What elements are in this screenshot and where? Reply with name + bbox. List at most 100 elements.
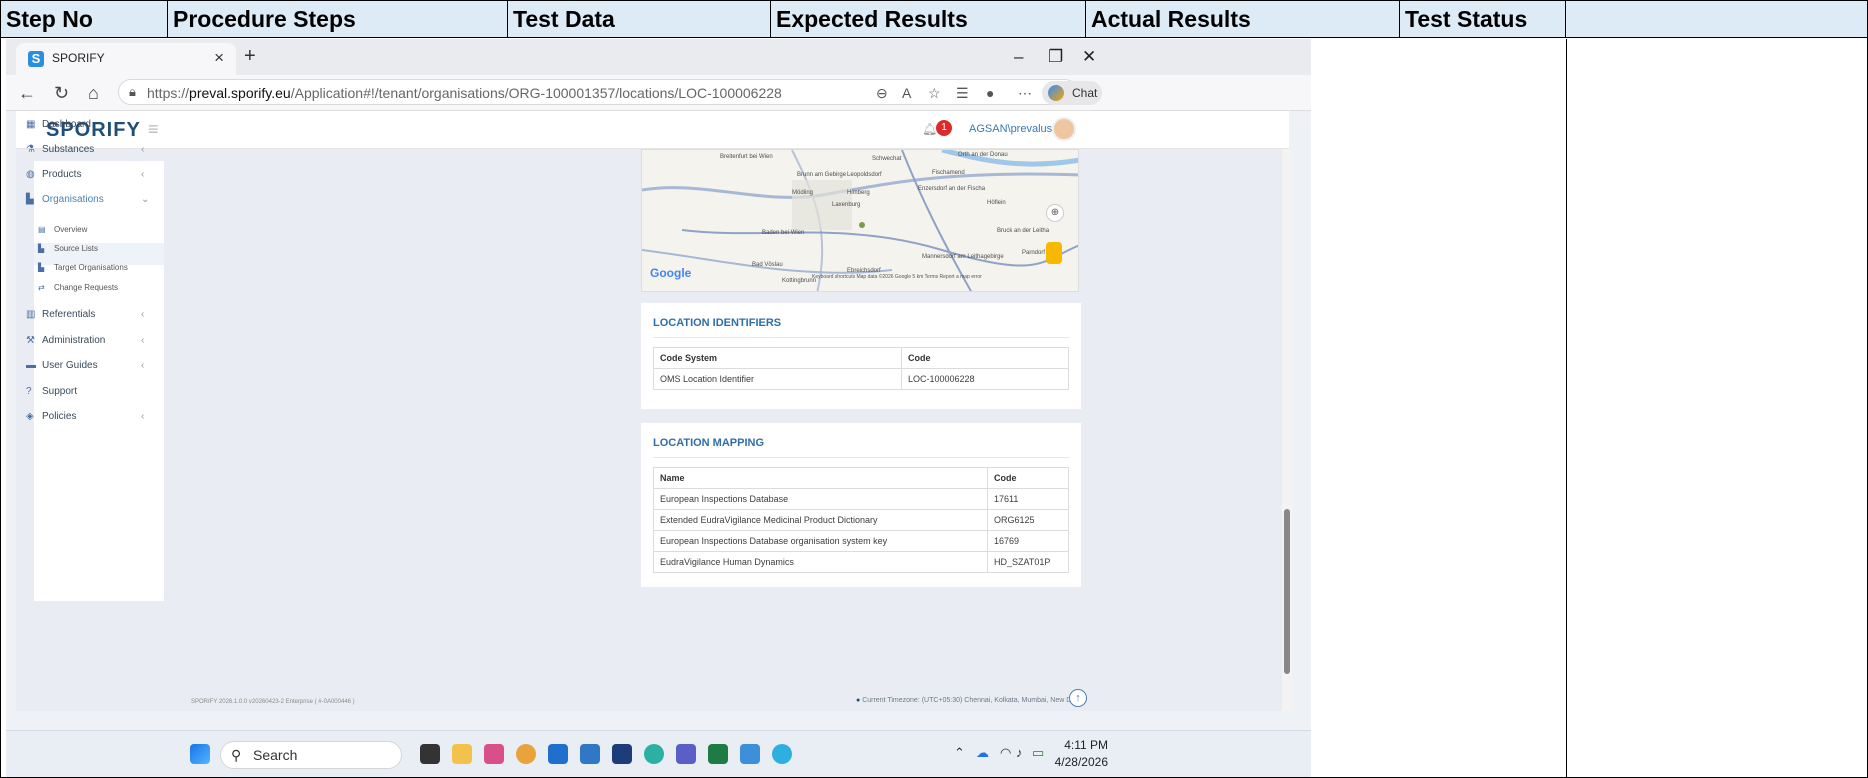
sidebar-item-support[interactable]: ? Support bbox=[26, 386, 77, 397]
sidebar-item-target-organisations[interactable]: ▙ Target Organisations bbox=[38, 263, 128, 272]
info-icon: ● bbox=[856, 697, 861, 704]
sidebar-item-referentials[interactable]: ▥ Referentials ‹ bbox=[26, 309, 144, 320]
outlook-icon[interactable] bbox=[548, 744, 568, 764]
zoom-icon[interactable]: ⊖ bbox=[876, 85, 888, 102]
sidebar-item-policies[interactable]: ◈ Policies ‹ bbox=[26, 411, 144, 422]
sidebar-item-label: Organisations bbox=[42, 194, 104, 205]
location-map[interactable]: Breitenfurt bei Wien Schwechat Orth an d… bbox=[641, 149, 1079, 292]
chevron-left-icon[interactable]: ‹ bbox=[141, 411, 144, 422]
back-icon[interactable]: ← bbox=[18, 83, 36, 104]
avatar[interactable] bbox=[1052, 117, 1076, 141]
chevron-left-icon[interactable]: ‹ bbox=[141, 144, 144, 155]
more-icon[interactable]: ⋯ bbox=[1018, 85, 1032, 102]
minimize-icon[interactable]: – bbox=[1014, 47, 1023, 67]
street-view-pegman-icon[interactable] bbox=[1046, 242, 1062, 264]
header-actual-results: Actual Results bbox=[1086, 1, 1400, 38]
close-window-icon[interactable]: ✕ bbox=[1082, 47, 1096, 67]
google-logo: Google bbox=[650, 266, 692, 280]
header-step-no: Step No bbox=[1, 1, 168, 38]
refresh-icon[interactable]: ↻ bbox=[54, 83, 69, 104]
dashboard-icon: ▦ bbox=[26, 119, 36, 130]
onedrive-icon[interactable]: ☁ bbox=[976, 745, 989, 761]
menu-toggle-icon[interactable]: ≡ bbox=[148, 119, 159, 140]
exchange-icon: ⇄ bbox=[38, 283, 45, 292]
building-icon: ▙ bbox=[38, 244, 45, 253]
location-identifiers-title: LOCATION IDENTIFIERS bbox=[653, 317, 782, 329]
sidebar-item-change-requests[interactable]: ⇄ Change Requests bbox=[38, 283, 118, 292]
notepad-icon[interactable] bbox=[740, 744, 760, 764]
teams-icon[interactable] bbox=[676, 744, 696, 764]
m365-icon[interactable] bbox=[484, 744, 504, 764]
sidebar-item-label: Target Organisations bbox=[54, 263, 128, 272]
browser-address-bar: ← ↻ ⌂ 🔒︎ https://preval.sporify.eu/Appli… bbox=[6, 75, 1311, 111]
chrome-icon[interactable] bbox=[516, 744, 536, 764]
timezone-info: ● Current Timezone: (UTC+05:30) Chennai,… bbox=[856, 697, 1083, 704]
sidebar-item-organisations[interactable]: ▙ Organisations ⌄ bbox=[26, 194, 149, 205]
chevron-left-icon[interactable]: ‹ bbox=[141, 360, 144, 371]
scrollbar-thumb[interactable] bbox=[1284, 509, 1290, 674]
file-explorer-icon[interactable] bbox=[452, 744, 472, 764]
page-scrollbar[interactable] bbox=[1282, 149, 1292, 711]
header-expected-results: Expected Results bbox=[771, 1, 1086, 38]
excel-icon[interactable] bbox=[708, 744, 728, 764]
table-header-row: Code System Code bbox=[653, 347, 1069, 369]
profile-icon[interactable]: ● bbox=[986, 85, 994, 101]
sidebar-item-label: Administration bbox=[42, 335, 106, 346]
chevron-left-icon[interactable]: ‹ bbox=[141, 335, 144, 346]
new-tab-icon[interactable]: + bbox=[244, 45, 256, 68]
edge-dev-icon[interactable] bbox=[772, 744, 792, 764]
app-header: SPORIFY ≡ 🔔︎ 1 AGSAN\prevaluser3 bbox=[16, 111, 1289, 149]
sidebar-item-dashboard[interactable]: ▦ Dashboard bbox=[26, 119, 91, 130]
taskbar-search[interactable]: ⚲ Search bbox=[220, 741, 402, 769]
favorites-list-icon[interactable]: ☰ bbox=[956, 85, 969, 102]
sidebar-item-substances[interactable]: ⚗ Substances ‹ bbox=[26, 144, 144, 155]
sidebar-item-products[interactable]: ◍ Products ‹ bbox=[26, 169, 144, 180]
sidebar-item-overview[interactable]: ▤ Overview bbox=[38, 225, 87, 234]
windows-taskbar: ⚲ Search ⌃ ☁ ◠ ♪ ▭ 4:11 PM 4/28/2026 bbox=[6, 730, 1311, 777]
windows-start-icon[interactable] bbox=[190, 744, 210, 764]
browser-tab[interactable]: S SPORIFY × bbox=[16, 43, 236, 75]
home-icon[interactable]: ⌂ bbox=[88, 83, 99, 104]
location-mapping-table: Name Code European Inspections Database 1… bbox=[653, 467, 1069, 573]
volume-icon[interactable]: ♪ bbox=[1016, 745, 1023, 760]
tray-overflow-icon[interactable]: ⌃ bbox=[954, 745, 965, 761]
map-camera-control-icon[interactable]: ⊕ bbox=[1046, 204, 1064, 222]
chevron-down-icon[interactable]: ⌄ bbox=[141, 194, 149, 205]
sidebar-item-source-lists[interactable]: ▙ Source Lists bbox=[38, 244, 98, 253]
chevron-left-icon[interactable]: ‹ bbox=[141, 169, 144, 180]
bell-icon[interactable]: 🔔︎ bbox=[922, 122, 937, 136]
jetbrains-icon[interactable] bbox=[612, 744, 632, 764]
wifi-icon[interactable]: ◠ bbox=[1000, 745, 1011, 761]
task-view-icon[interactable] bbox=[420, 744, 440, 764]
sidebar-item-administration[interactable]: ⚒ Administration ‹ bbox=[26, 335, 144, 346]
building-icon: ▙ bbox=[26, 194, 34, 205]
taskbar-clock[interactable]: 4:11 PM 4/28/2026 bbox=[1048, 737, 1108, 771]
sporify-favicon-icon: S bbox=[28, 51, 44, 67]
edge-icon[interactable] bbox=[644, 744, 664, 764]
site-info-icon[interactable]: 🔒︎ bbox=[129, 84, 136, 100]
column-header: Code bbox=[987, 467, 1069, 489]
notification-badge[interactable]: 1 bbox=[936, 120, 952, 136]
restore-icon[interactable]: ❐ bbox=[1048, 47, 1063, 67]
header-test-data: Test Data bbox=[508, 1, 771, 38]
pills-icon: ◍ bbox=[26, 169, 35, 180]
store-icon[interactable] bbox=[580, 744, 600, 764]
column-header: Code System bbox=[653, 347, 902, 369]
tab-close-icon[interactable]: × bbox=[214, 48, 224, 68]
chart-icon: ▤ bbox=[38, 225, 46, 234]
sidebar-item-label: Products bbox=[42, 169, 82, 180]
scroll-to-top-button[interactable]: ↑ bbox=[1069, 689, 1087, 707]
table-header-row: Name Code bbox=[653, 467, 1069, 489]
table-cell: ORG6125 bbox=[987, 509, 1069, 531]
location-identifiers-table: Code System Code OMS Location Identifier… bbox=[653, 347, 1069, 390]
table-row: EudraVigilance Human Dynamics HD_SZAT01P bbox=[653, 551, 1069, 573]
sidebar-item-label: Overview bbox=[54, 225, 88, 234]
card-divider bbox=[653, 457, 1069, 458]
copilot-chat-button[interactable]: Chat bbox=[1042, 81, 1102, 105]
battery-icon[interactable]: ▭ bbox=[1032, 745, 1044, 761]
favorite-icon[interactable]: ☆ bbox=[928, 85, 941, 102]
table-row: European Inspections Database organisati… bbox=[653, 530, 1069, 552]
sidebar-item-user-guides[interactable]: ▬ User Guides ‹ bbox=[26, 360, 144, 371]
chevron-left-icon[interactable]: ‹ bbox=[141, 309, 144, 320]
read-aloud-icon[interactable]: A bbox=[902, 85, 911, 101]
